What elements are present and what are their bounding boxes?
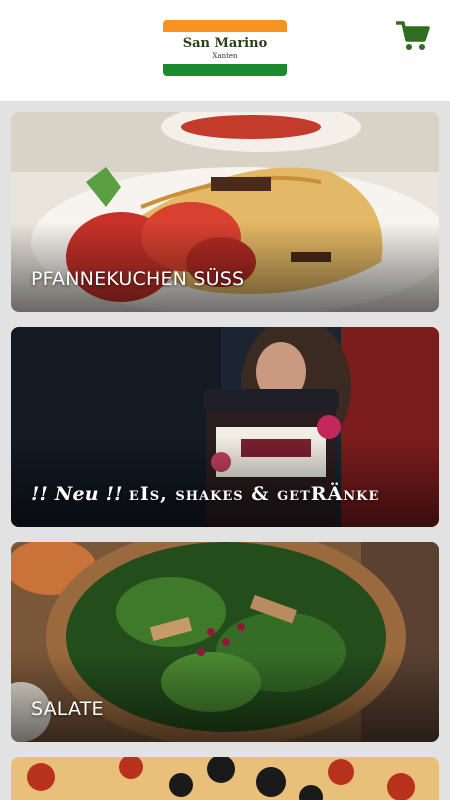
logo-city: Xanten bbox=[212, 52, 238, 60]
card-shade bbox=[11, 437, 439, 527]
logo-orange-stripe bbox=[163, 20, 287, 32]
app-header: San Marino Xanten bbox=[0, 0, 450, 101]
new-badge: !! Neu !! bbox=[31, 483, 123, 505]
restaurant-logo[interactable]: San Marino Xanten bbox=[163, 20, 287, 76]
category-label: SALATE bbox=[31, 698, 104, 720]
category-label-text: eIs, shakes & getRÄnke bbox=[128, 483, 380, 505]
logo-green-stripe bbox=[163, 64, 287, 76]
pizza-image bbox=[11, 757, 439, 800]
card-shade bbox=[11, 222, 439, 312]
shopping-cart-icon[interactable] bbox=[395, 20, 430, 52]
card-shade bbox=[11, 652, 439, 742]
category-card-pfannekuchen[interactable]: PFANNEKUCHEN SÜSS bbox=[11, 112, 439, 312]
category-card-salate[interactable]: SALATE bbox=[11, 542, 439, 742]
category-card-pizza[interactable] bbox=[11, 757, 439, 800]
category-label: !! Neu !! eIs, shakes & getRÄnke bbox=[31, 483, 379, 505]
category-label: PFANNEKUCHEN SÜSS bbox=[31, 268, 245, 290]
category-card-eis-shakes-getraenke[interactable]: !! Neu !! eIs, shakes & getRÄnke bbox=[11, 327, 439, 527]
logo-name: San Marino bbox=[182, 36, 268, 51]
